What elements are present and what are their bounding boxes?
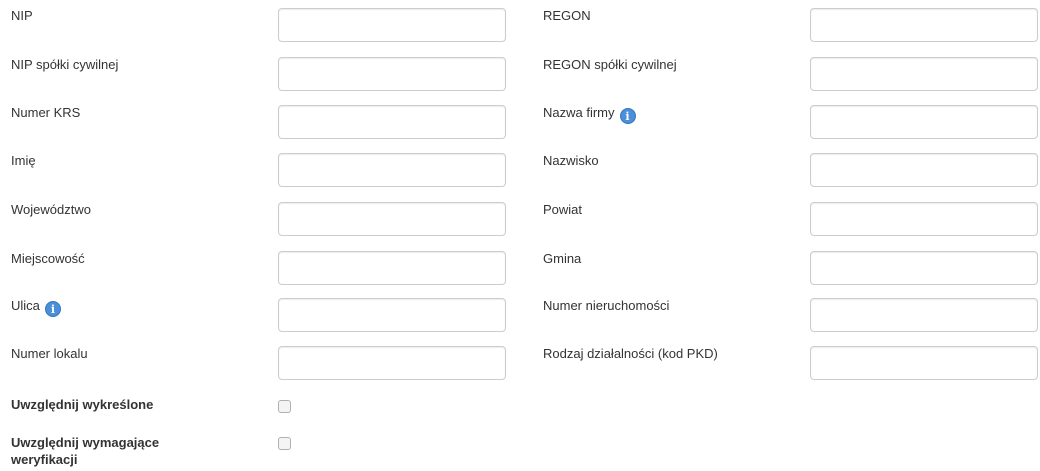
commune-label: Gmina xyxy=(543,251,582,266)
include-deleted-label: Uwzględnij wykreślone xyxy=(11,397,154,412)
info-icon[interactable]: i xyxy=(44,301,61,317)
county-input[interactable] xyxy=(810,202,1038,236)
form-row-street: Ulica i Numer nieruchomości xyxy=(0,297,1040,345)
street-label: Ulica xyxy=(11,298,40,313)
form-row-nip: NIP REGON xyxy=(0,7,1040,55)
locality-label: Miejscowość xyxy=(11,251,85,266)
county-label: Powiat xyxy=(543,202,583,217)
krs-input[interactable] xyxy=(278,105,506,139)
form-row-locality: Miejscowość Gmina xyxy=(0,250,1040,298)
first-name-label: Imię xyxy=(11,153,36,168)
nip-civil-partnership-input[interactable] xyxy=(278,57,506,91)
include-needs-verification-checkbox[interactable] xyxy=(278,437,291,450)
property-number-input[interactable] xyxy=(810,298,1038,332)
last-name-input[interactable] xyxy=(810,153,1038,187)
regon-label: REGON xyxy=(543,8,591,23)
street-label-wrap: Ulica i xyxy=(11,297,61,317)
locality-input[interactable] xyxy=(278,251,506,285)
nip-label: NIP xyxy=(11,8,33,23)
regon-civil-partnership-input[interactable] xyxy=(810,57,1038,91)
form-row-unit: Numer lokalu Rodzaj działalności (kod PK… xyxy=(0,345,1040,393)
company-name-label-wrap: Nazwa firmy i xyxy=(543,104,636,124)
krs-label: Numer KRS xyxy=(11,105,81,120)
form-row-civil-partnership: NIP spółki cywilnej REGON spółki cywilne… xyxy=(0,56,1040,104)
pkd-code-input[interactable] xyxy=(810,346,1038,380)
unit-number-input[interactable] xyxy=(278,346,506,380)
pkd-code-label: Rodzaj działalności (kod PKD) xyxy=(543,346,718,361)
include-deleted-checkbox[interactable] xyxy=(278,400,291,413)
include-needs-verification-label: Uwzględnij wymagające weryfikacji xyxy=(11,435,160,467)
info-icon[interactable]: i xyxy=(619,108,636,124)
commune-input[interactable] xyxy=(810,251,1038,285)
last-name-label: Nazwisko xyxy=(543,153,599,168)
unit-number-label: Numer lokalu xyxy=(11,346,88,361)
nip-input[interactable] xyxy=(278,8,506,42)
regon-civil-partnership-label: REGON spółki cywilnej xyxy=(543,57,677,72)
form-row-krs: Numer KRS Nazwa firmy i xyxy=(0,104,1040,152)
first-name-input[interactable] xyxy=(278,153,506,187)
voivodeship-input[interactable] xyxy=(278,202,506,236)
property-number-label: Numer nieruchomości xyxy=(543,298,670,313)
form-row-name: Imię Nazwisko xyxy=(0,152,1040,200)
voivodeship-label: Województwo xyxy=(11,202,91,217)
form-row-region: Województwo Powiat xyxy=(0,201,1040,249)
nip-civil-partnership-label: NIP spółki cywilnej xyxy=(11,57,119,72)
company-name-input[interactable] xyxy=(810,105,1038,139)
regon-input[interactable] xyxy=(810,8,1038,42)
company-name-label: Nazwa firmy xyxy=(543,105,615,120)
street-input[interactable] xyxy=(278,298,506,332)
